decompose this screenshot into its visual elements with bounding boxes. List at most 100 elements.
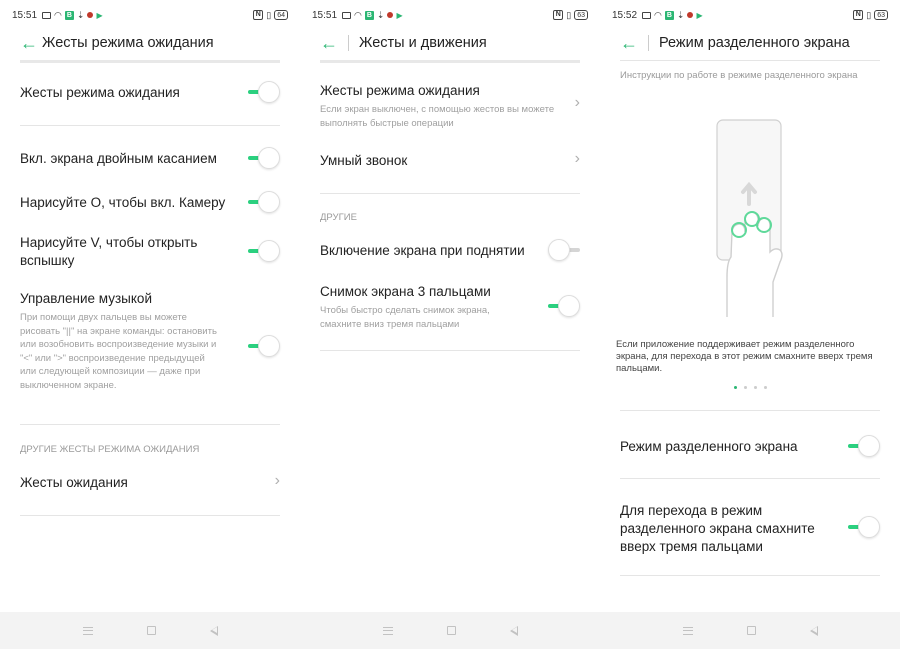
back-arrow-icon[interactable]: ← bbox=[320, 33, 342, 54]
screen-split-screen: 15:52 ◠ B ⇣ ▶ N ▯ 63 ← Режим разделенног… bbox=[600, 0, 900, 649]
vibrate-icon: ▯ bbox=[566, 9, 572, 20]
header: ← Жесты и движения bbox=[320, 30, 580, 56]
home-icon[interactable] bbox=[446, 626, 456, 635]
play-icon: ▶ bbox=[96, 10, 103, 20]
setting-row[interactable]: Для перехода в режим разделенного экрана… bbox=[620, 502, 840, 556]
header-divider bbox=[20, 60, 280, 63]
header-separator bbox=[648, 35, 649, 51]
chevron-right-icon: › bbox=[574, 94, 580, 111]
setting-row[interactable]: Вкл. экрана двойным касанием bbox=[20, 150, 280, 168]
setting-label: Вкл. экрана двойным касанием bbox=[20, 151, 217, 166]
back-triangle-icon[interactable] bbox=[509, 625, 518, 636]
status-time: 15:51 bbox=[312, 9, 338, 21]
back-triangle-icon[interactable] bbox=[209, 625, 218, 636]
app-b-icon: B bbox=[664, 10, 674, 20]
wifi-icon: ◠ bbox=[354, 9, 362, 20]
instructions-heading: Инструкции по работе в режиме разделенно… bbox=[620, 70, 858, 81]
three-finger-swipe-illustration bbox=[716, 119, 783, 317]
home-icon[interactable] bbox=[746, 626, 756, 635]
double-tap-toggle[interactable] bbox=[248, 147, 280, 169]
app-b-icon: B bbox=[64, 10, 74, 20]
carousel-dot[interactable] bbox=[763, 386, 767, 389]
carousel-dot[interactable] bbox=[743, 386, 747, 389]
section-header: ДРУГИЕ ЖЕСТЫ РЕЖИМА ОЖИДАНИЯ bbox=[20, 444, 200, 455]
setting-description: Если экран выключен, с помощью жестов вы… bbox=[320, 104, 555, 129]
setting-description: Чтобы быстро сделать снимок экрана, смах… bbox=[320, 305, 490, 330]
back-arrow-icon[interactable]: ← bbox=[620, 33, 642, 54]
setting-row[interactable]: Нарисуйте V, чтобы открыть вспышку bbox=[20, 234, 230, 270]
header-divider bbox=[320, 60, 580, 63]
app-b-icon: B bbox=[364, 10, 374, 20]
setting-label: Управление музыкой bbox=[20, 291, 152, 306]
header-divider bbox=[620, 60, 880, 61]
draw-v-flashlight-toggle[interactable] bbox=[248, 240, 280, 262]
three-finger-screenshot-toggle[interactable] bbox=[548, 295, 580, 317]
setting-row[interactable]: Умный звонок bbox=[320, 152, 580, 170]
setting-row[interactable]: Жесты режима ожидания bbox=[20, 84, 280, 102]
page-title: Жесты режима ожидания bbox=[42, 35, 214, 51]
setting-row[interactable]: Нарисуйте O, чтобы вкл. Камеру bbox=[20, 194, 280, 212]
setting-row[interactable]: Снимок экрана 3 пальцами Чтобы быстро сд… bbox=[320, 283, 530, 331]
draw-o-camera-toggle[interactable] bbox=[248, 191, 280, 213]
header-separator bbox=[348, 35, 349, 51]
home-icon[interactable] bbox=[146, 626, 156, 635]
divider bbox=[20, 125, 280, 126]
setting-row[interactable]: Жесты ожидания bbox=[20, 474, 280, 492]
carousel-dot[interactable] bbox=[733, 386, 737, 389]
status-bar: 15:51 ◠ B ⇣ ▶ N ▯ 64 bbox=[12, 8, 288, 22]
play-icon: ▶ bbox=[696, 10, 703, 20]
split-screen-toggle[interactable] bbox=[848, 435, 880, 457]
three-finger-split-toggle[interactable] bbox=[848, 516, 880, 538]
setting-label: Умный звонок bbox=[320, 153, 408, 168]
carousel-indicator[interactable] bbox=[600, 386, 900, 389]
raise-to-wake-toggle[interactable] bbox=[548, 239, 580, 261]
setting-label: Снимок экрана 3 пальцами bbox=[320, 284, 491, 299]
chevron-right-icon: › bbox=[574, 150, 580, 167]
nfc-icon: N bbox=[253, 10, 264, 20]
setting-row[interactable]: Жесты режима ожидания Если экран выключе… bbox=[320, 82, 555, 130]
standby-gestures-toggle[interactable] bbox=[248, 81, 280, 103]
status-time: 15:52 bbox=[612, 9, 638, 21]
setting-label: Режим разделенного экрана bbox=[620, 439, 798, 454]
setting-label: Нарисуйте V, чтобы открыть вспышку bbox=[20, 235, 198, 268]
status-time: 15:51 bbox=[12, 9, 38, 21]
recents-icon[interactable] bbox=[682, 626, 693, 635]
divider bbox=[620, 410, 880, 411]
photo-icon bbox=[642, 11, 652, 19]
nav-bar bbox=[600, 612, 900, 649]
download-icon: ⇣ bbox=[676, 9, 685, 20]
record-icon bbox=[87, 12, 94, 18]
nfc-icon: N bbox=[553, 10, 564, 20]
divider bbox=[20, 424, 280, 425]
music-control-toggle[interactable] bbox=[248, 335, 280, 357]
setting-label: Включение экрана при поднятии bbox=[320, 243, 525, 258]
header: ← Режим разделенного экрана bbox=[620, 30, 880, 56]
back-arrow-icon[interactable]: ← bbox=[20, 33, 42, 54]
download-icon: ⇣ bbox=[76, 9, 85, 20]
status-bar: 15:51 ◠ B ⇣ ▶ N ▯ 63 bbox=[312, 8, 588, 22]
setting-row[interactable]: Включение экрана при поднятии bbox=[320, 242, 580, 260]
chevron-right-icon: › bbox=[274, 472, 280, 489]
photo-icon bbox=[342, 11, 352, 19]
back-triangle-icon[interactable] bbox=[809, 625, 818, 636]
illustration-caption: Если приложение поддерживает режим разде… bbox=[616, 339, 873, 374]
download-icon: ⇣ bbox=[376, 9, 385, 20]
setting-label: Жесты ожидания bbox=[20, 475, 128, 490]
carousel-dot[interactable] bbox=[753, 386, 757, 389]
section-header: ДРУГИЕ bbox=[320, 212, 357, 223]
recents-icon[interactable] bbox=[382, 626, 393, 635]
setting-row[interactable]: Режим разделенного экрана bbox=[620, 438, 880, 456]
vibrate-icon: ▯ bbox=[266, 9, 272, 20]
screen-gestures-motions: 15:51 ◠ B ⇣ ▶ N ▯ 63 ← Жесты и движения … bbox=[300, 0, 600, 649]
wifi-icon: ◠ bbox=[54, 9, 62, 20]
play-icon: ▶ bbox=[396, 10, 403, 20]
status-bar: 15:52 ◠ B ⇣ ▶ N ▯ 63 bbox=[612, 8, 888, 22]
battery-icon: 63 bbox=[874, 10, 888, 20]
setting-label: Жесты режима ожидания bbox=[20, 85, 180, 100]
recents-icon[interactable] bbox=[82, 626, 93, 635]
setting-label: Жесты режима ожидания bbox=[320, 83, 480, 98]
page-title: Жесты и движения bbox=[359, 35, 487, 51]
battery-icon: 63 bbox=[574, 10, 588, 20]
divider bbox=[320, 193, 580, 194]
setting-row[interactable]: Управление музыкой При помощи двух пальц… bbox=[20, 290, 220, 392]
